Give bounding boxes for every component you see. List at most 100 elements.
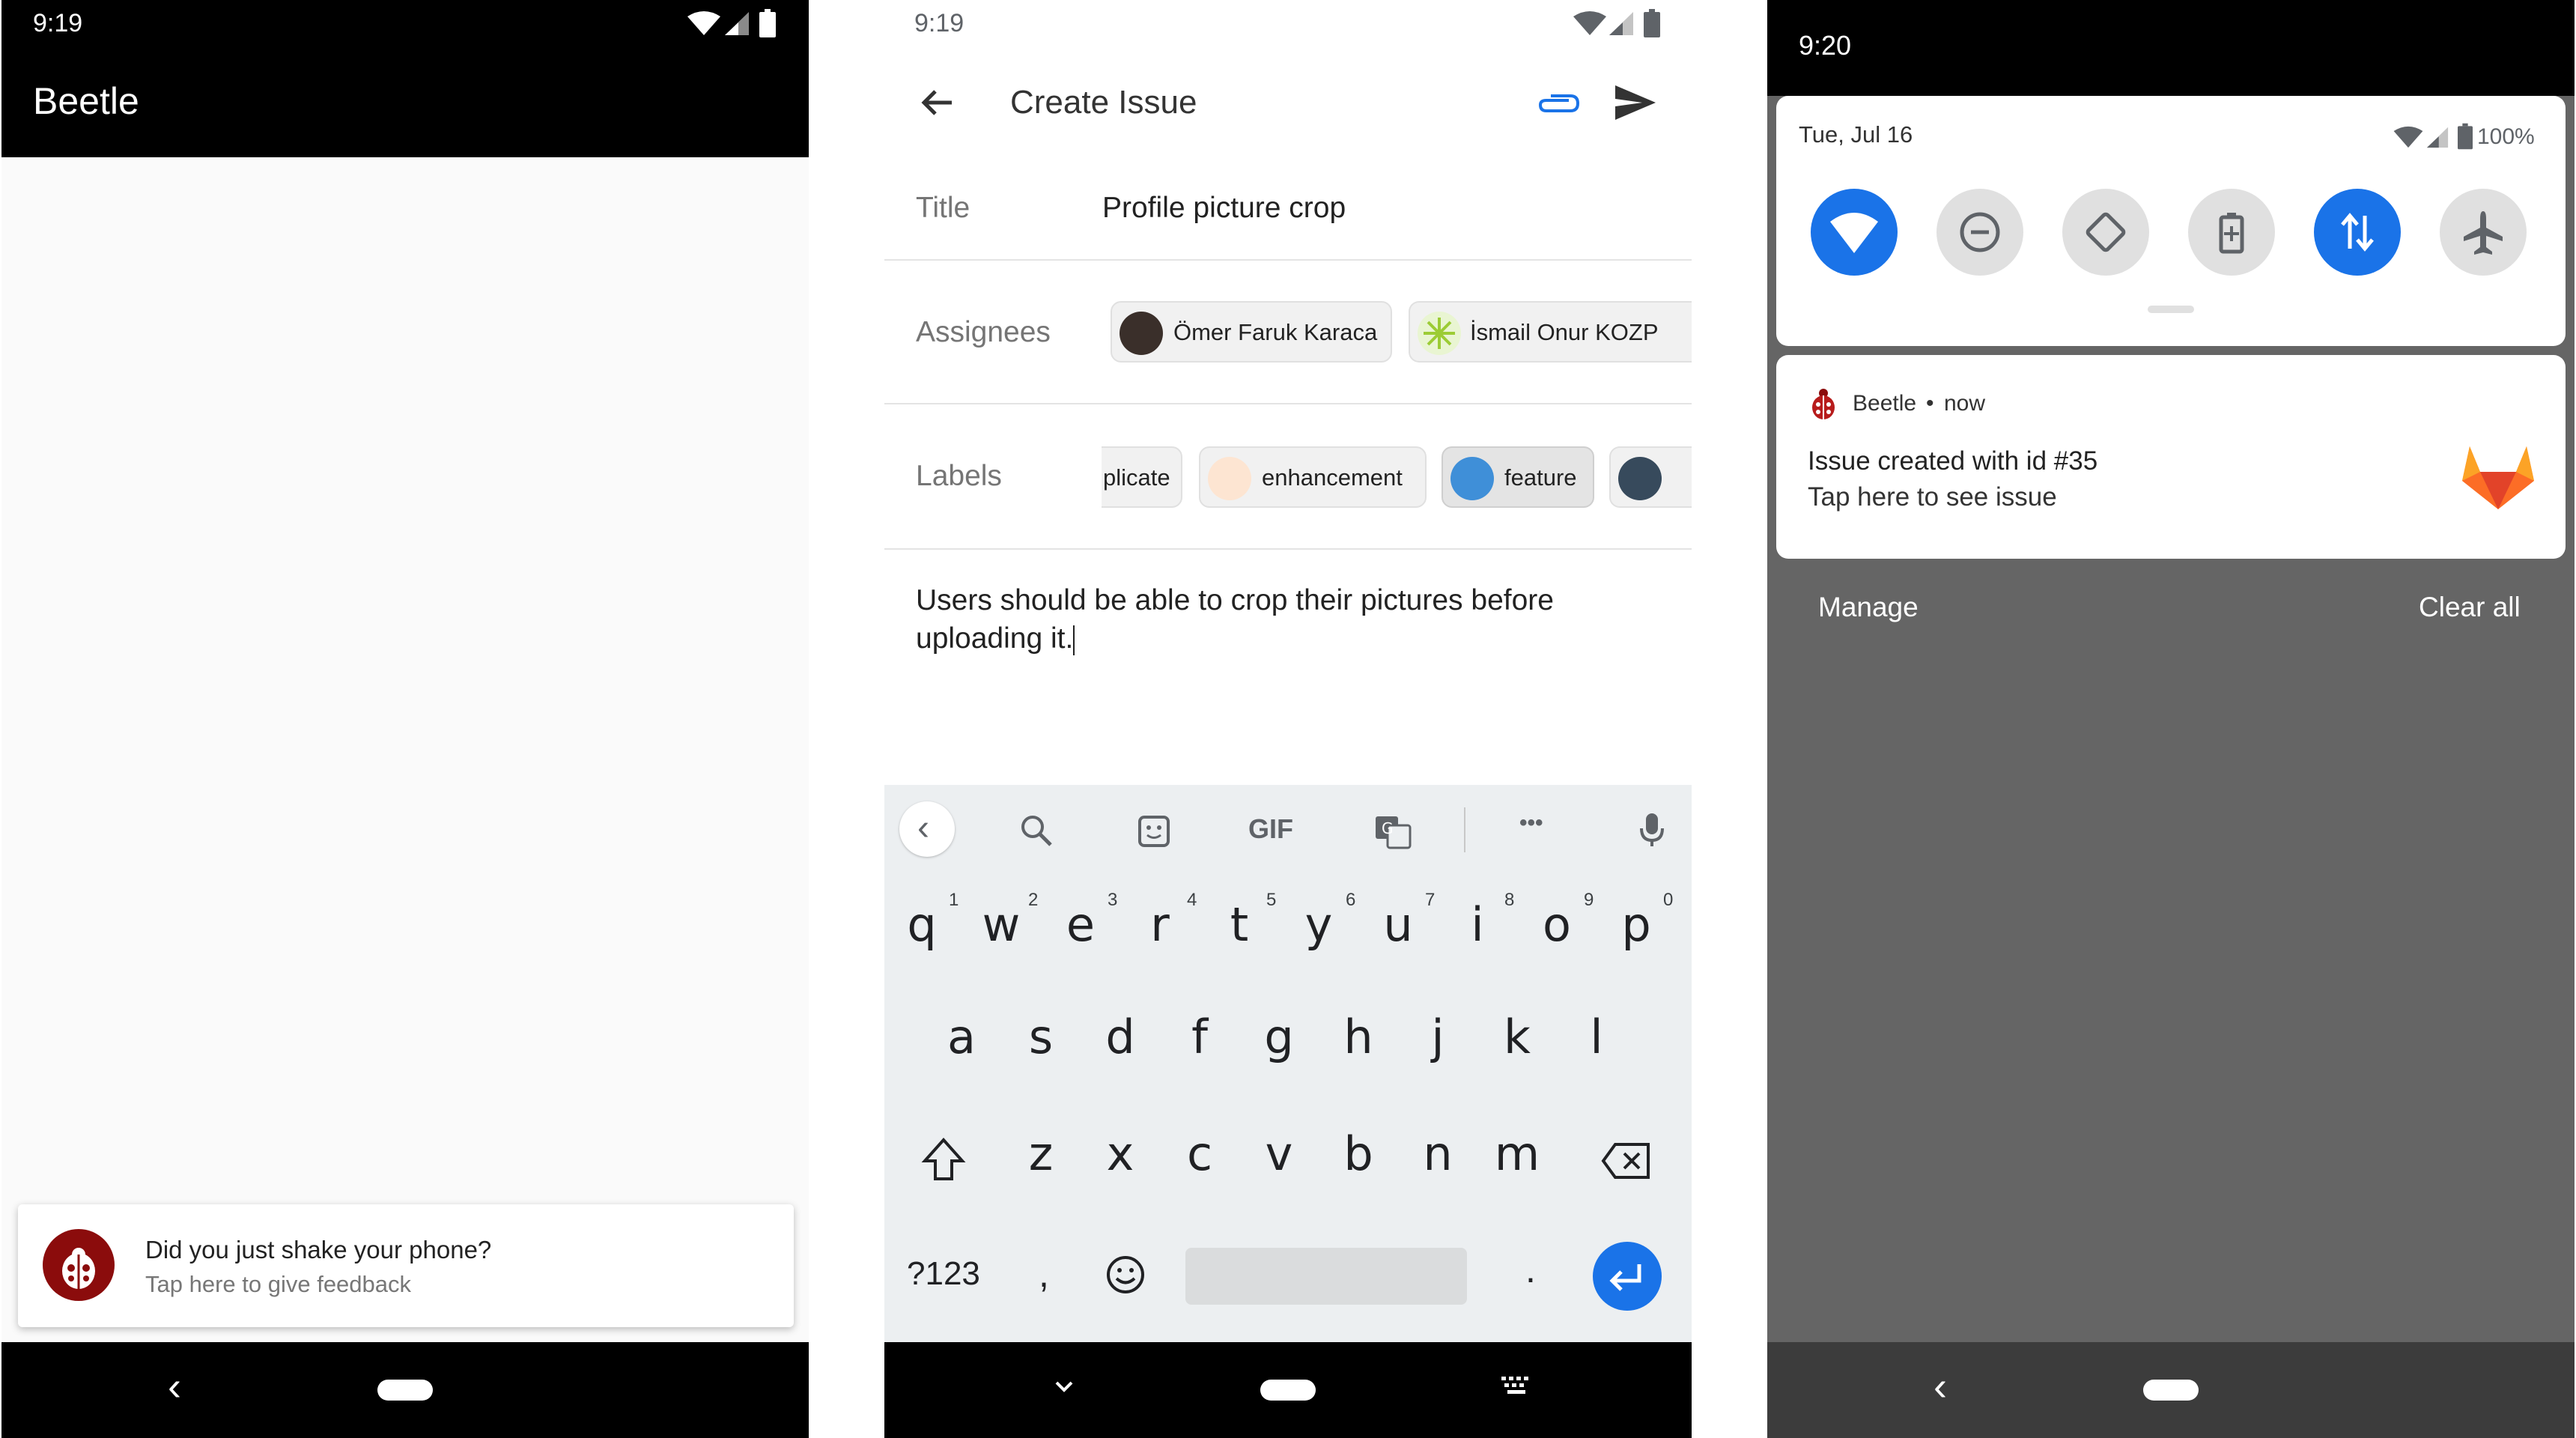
assignee-chip[interactable]: Ömer Faruk Karaca xyxy=(1111,301,1392,362)
snackbar-subtitle: Tap here to give feedback xyxy=(145,1271,412,1297)
space-bar[interactable] xyxy=(1185,1248,1467,1305)
description-input[interactable]: Users should be able to crop their pictu… xyxy=(916,581,1665,658)
battery-saver-icon xyxy=(2219,213,2244,254)
translate-icon[interactable]: G xyxy=(1374,815,1412,853)
divider xyxy=(884,403,1692,404)
hide-keyboard-icon[interactable] xyxy=(1051,1374,1078,1404)
key-l[interactable]: l xyxy=(1559,1010,1634,1064)
key-m[interactable]: m xyxy=(1480,1126,1555,1181)
mobile-data-toggle[interactable] xyxy=(2314,189,2401,276)
label-color-dot xyxy=(1208,457,1251,500)
comma-key[interactable]: , xyxy=(1039,1252,1049,1296)
key-j[interactable]: j xyxy=(1400,1010,1475,1064)
back-arrow-icon[interactable] xyxy=(919,84,956,125)
home-nav-button[interactable] xyxy=(1260,1380,1316,1401)
auto-rotate-toggle[interactable] xyxy=(2062,189,2149,276)
notification-separator: • xyxy=(1926,391,1934,416)
notification-shade-screen: 9:20 Tue, Jul 16 100% Beetle • now Issue… xyxy=(1767,0,2575,1438)
key-w[interactable]: w xyxy=(964,897,1039,952)
status-time: 9:20 xyxy=(1799,30,1852,61)
notification-title: Issue created with id #35 xyxy=(1808,446,2098,476)
backspace-icon[interactable] xyxy=(1600,1141,1653,1184)
feedback-snackbar[interactable]: Did you just shake your phone? Tap here … xyxy=(18,1204,794,1327)
airplane-mode-toggle[interactable] xyxy=(2440,189,2527,276)
key-q[interactable]: q xyxy=(884,897,959,952)
svg-text:G: G xyxy=(1382,819,1394,837)
manage-button[interactable]: Manage xyxy=(1818,592,1919,623)
do-not-disturb-toggle[interactable] xyxy=(1936,189,2023,276)
attach-icon[interactable] xyxy=(1536,88,1581,122)
key-r[interactable]: r xyxy=(1123,897,1197,952)
label-chip[interactable] xyxy=(1609,446,1692,508)
key-g[interactable]: g xyxy=(1242,1010,1316,1064)
microphone-icon[interactable] xyxy=(1639,812,1665,852)
key-k[interactable]: k xyxy=(1480,1010,1555,1064)
search-icon[interactable] xyxy=(1019,813,1054,852)
label-chip[interactable]: plicate xyxy=(1102,446,1182,508)
avatar xyxy=(1120,312,1163,355)
gif-button[interactable]: GIF xyxy=(1248,813,1293,845)
divider xyxy=(884,259,1692,261)
emoji-icon[interactable] xyxy=(1105,1254,1146,1299)
key-e[interactable]: e xyxy=(1043,897,1118,952)
key-hint: 0 xyxy=(1663,890,1674,910)
auto-rotate-icon xyxy=(2086,212,2126,252)
wifi-icon xyxy=(1830,213,1878,253)
wifi-icon xyxy=(1573,10,1606,40)
key-a[interactable]: a xyxy=(924,1010,999,1064)
drag-handle[interactable] xyxy=(2148,306,2194,313)
enter-button[interactable] xyxy=(1593,1242,1662,1311)
key-t[interactable]: t xyxy=(1202,897,1277,952)
label-chip[interactable]: feature xyxy=(1442,446,1594,508)
app-title: Beetle xyxy=(33,80,139,122)
key-z[interactable]: z xyxy=(1003,1126,1078,1181)
battery-saver-toggle[interactable] xyxy=(2188,189,2275,276)
airplane-icon xyxy=(2464,211,2503,255)
key-i[interactable]: i xyxy=(1440,897,1515,952)
key-d[interactable]: d xyxy=(1083,1010,1158,1064)
key-hint: 3 xyxy=(1108,890,1118,910)
key-p[interactable]: p xyxy=(1599,897,1674,952)
assignees-label: Assignees xyxy=(916,316,1051,348)
key-hint: 8 xyxy=(1504,890,1515,910)
key-o[interactable]: o xyxy=(1519,897,1594,952)
key-x[interactable]: x xyxy=(1083,1126,1158,1181)
wifi-icon xyxy=(687,10,720,40)
assignee-chip[interactable]: İsmail Onur KOZP xyxy=(1409,301,1692,362)
key-y[interactable]: y xyxy=(1281,897,1356,952)
avatar xyxy=(1418,312,1461,355)
key-hint: 4 xyxy=(1187,890,1197,910)
clear-all-button[interactable]: Clear all xyxy=(2419,592,2521,623)
title-input[interactable]: Profile picture crop xyxy=(1102,192,1346,225)
toolbar-title: Create Issue xyxy=(1010,84,1197,121)
key-n[interactable]: n xyxy=(1400,1126,1475,1181)
status-time: 9:19 xyxy=(914,9,965,37)
key-v[interactable]: v xyxy=(1242,1126,1316,1181)
cell-signal-icon xyxy=(2425,126,2450,152)
label-chip[interactable]: enhancement xyxy=(1199,446,1427,508)
home-nav-button[interactable] xyxy=(2143,1380,2199,1401)
more-button[interactable]: ••• xyxy=(1519,810,1543,836)
wifi-toggle[interactable] xyxy=(1811,189,1898,276)
key-h[interactable]: h xyxy=(1321,1010,1396,1064)
keyboard-collapse-button[interactable]: ‹ xyxy=(899,801,955,857)
notification-text: Tap here to see issue xyxy=(1808,482,2057,512)
back-nav-button[interactable]: ‹ xyxy=(1933,1363,1947,1410)
key-u[interactable]: u xyxy=(1361,897,1436,952)
issue-notification[interactable]: Beetle • now Issue created with id #35 T… xyxy=(1776,355,2566,559)
shift-icon[interactable] xyxy=(920,1137,967,1186)
symbols-key[interactable]: ?123 xyxy=(907,1255,980,1293)
back-nav-button[interactable]: ‹ xyxy=(168,1363,181,1410)
key-f[interactable]: f xyxy=(1162,1010,1237,1064)
status-bar: 9:20 xyxy=(1767,0,2575,96)
key-b[interactable]: b xyxy=(1321,1126,1396,1181)
key-s[interactable]: s xyxy=(1003,1010,1078,1064)
key-c[interactable]: c xyxy=(1162,1126,1237,1181)
title-label: Title xyxy=(916,192,970,224)
send-icon[interactable] xyxy=(1614,82,1657,127)
period-key[interactable]: . xyxy=(1525,1248,1536,1291)
keyboard-switch-icon[interactable] xyxy=(1500,1375,1533,1401)
sticker-icon[interactable] xyxy=(1137,815,1170,852)
status-time: 9:19 xyxy=(33,9,83,37)
home-nav-button[interactable] xyxy=(377,1380,433,1401)
